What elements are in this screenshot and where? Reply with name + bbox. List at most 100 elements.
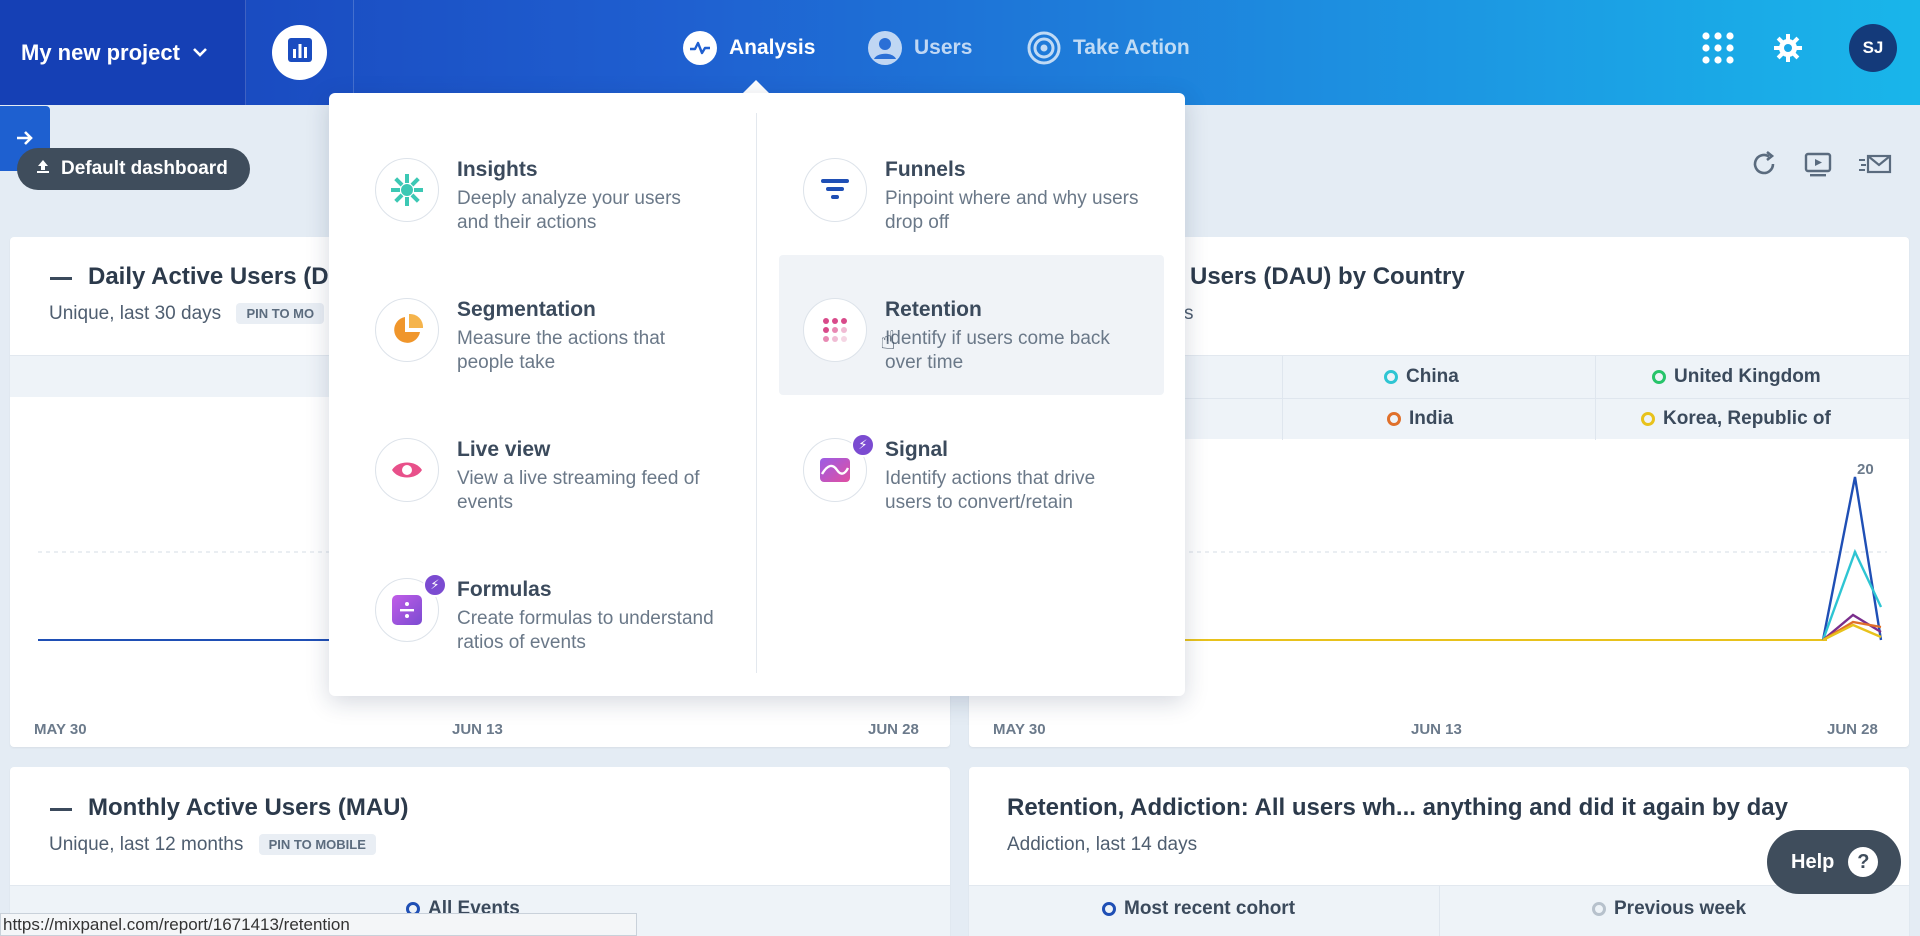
- x-tick: MAY 30: [993, 721, 1046, 738]
- pie-chart-icon: [375, 298, 439, 362]
- legend-marker: [1384, 370, 1398, 384]
- help-button[interactable]: Help ?: [1767, 830, 1901, 894]
- menu-item-signal[interactable]: ⚡ Signal Identify actions that drive use…: [757, 417, 1142, 557]
- series-line-marker: [50, 808, 72, 811]
- card-dau-subtitle-text: Unique, last 30 days: [49, 303, 222, 324]
- status-bar-url: https://mixpanel.com/report/1671413/rete…: [0, 913, 637, 936]
- x-tick: JUN 28: [1827, 721, 1878, 738]
- bar-chart-icon: [286, 36, 314, 69]
- hand-cursor-icon: ☝: [880, 325, 896, 355]
- legend-korea[interactable]: Korea, Republic of: [1641, 408, 1831, 430]
- menu-item-desc: Create formulas to understand ratios of …: [457, 608, 714, 653]
- dashboard-button[interactable]: [272, 25, 327, 80]
- nav-take-action[interactable]: Take Action: [1027, 0, 1190, 95]
- legend-india[interactable]: India: [1387, 408, 1453, 430]
- lightning-badge-icon: ⚡: [423, 573, 447, 597]
- menu-item-desc: View a live streaming feed of events: [457, 468, 700, 513]
- default-dashboard-label: Default dashboard: [61, 158, 228, 179]
- legend-united-kingdom[interactable]: United Kingdom: [1652, 366, 1821, 388]
- menu-item-segmentation[interactable]: Segmentation Measure the actions that pe…: [329, 277, 714, 417]
- arrow-right-icon: [16, 126, 34, 152]
- menu-item-title: Signal: [885, 438, 949, 461]
- menu-item-title: Segmentation: [457, 298, 596, 321]
- card-retention-title[interactable]: Retention, Addiction: All users wh... an…: [1007, 794, 1788, 822]
- peak-label: 20: [1857, 461, 1874, 478]
- legend-previous-week[interactable]: Previous week: [1592, 898, 1746, 920]
- dashboard-nav: [246, 0, 354, 105]
- avatar-initials: SJ: [1849, 23, 1897, 72]
- legend-label: Korea, Republic of: [1663, 408, 1831, 429]
- refresh-icon[interactable]: [1750, 150, 1778, 185]
- menu-item-formulas[interactable]: ⚡ Formulas Create formulas to understand…: [329, 557, 714, 697]
- dashboard-tools: [1750, 150, 1892, 185]
- menu-item-title: Live view: [457, 438, 551, 461]
- help-label: Help: [1791, 850, 1835, 873]
- legend-label: United Kingdom: [1674, 366, 1821, 387]
- eye-icon: [375, 438, 439, 502]
- card-retention-subtitle: Addiction, last 14 days: [1007, 834, 1198, 855]
- menu-item-title: Retention: [885, 298, 982, 321]
- menu-item-desc: Measure the actions that people take: [457, 328, 666, 373]
- nav-users-label: Users: [914, 35, 973, 59]
- legend-label: India: [1409, 408, 1454, 429]
- card-dau-country-subtitle: s: [1184, 303, 1194, 324]
- menu-item-desc: Identify if users come back over time: [885, 328, 1110, 373]
- legend-label: China: [1406, 366, 1459, 387]
- legend-label: Previous week: [1614, 898, 1747, 919]
- legend-label: Most recent cohort: [1124, 898, 1296, 919]
- x-tick: JUN 13: [452, 721, 503, 738]
- legend-marker: [1641, 412, 1655, 426]
- legend-most-recent-cohort[interactable]: Most recent cohort: [1102, 898, 1295, 920]
- menu-item-desc: Identify actions that drive users to con…: [885, 468, 1096, 513]
- legend-china[interactable]: China: [1384, 366, 1459, 388]
- nav-analysis-label: Analysis: [729, 35, 816, 59]
- card-dau-country-title[interactable]: Users (DAU) by Country: [1190, 263, 1465, 291]
- menu-item-title: Funnels: [885, 158, 966, 181]
- analysis-dropdown-menu: Insights Deeply analyze your users and t…: [329, 93, 1185, 696]
- card-mau-title[interactable]: Monthly Active Users (MAU): [88, 794, 408, 822]
- pin-to-mobile-button[interactable]: PIN TO MO: [236, 303, 325, 325]
- user-avatar[interactable]: SJ: [1849, 0, 1897, 95]
- email-report-icon[interactable]: [1858, 150, 1892, 185]
- card-mau: Monthly Active Users (MAU) Unique, last …: [10, 767, 950, 936]
- menu-item-desc: Deeply analyze your users and their acti…: [457, 188, 681, 233]
- x-tick: JUN 13: [1411, 721, 1462, 738]
- legend-marker: [1652, 370, 1666, 384]
- card-mau-subtitle-text: Unique, last 12 months: [49, 834, 244, 855]
- menu-item-retention[interactable]: Retention Identify if users come back ov…: [779, 255, 1164, 395]
- project-selector[interactable]: My new project: [0, 0, 246, 105]
- nav-users[interactable]: Users: [868, 0, 972, 95]
- card-dau-title[interactable]: Daily Active Users (D: [88, 263, 329, 291]
- legend-marker: [1102, 902, 1116, 916]
- top-header: My new project Analysis Users Take Actio…: [0, 0, 1920, 105]
- menu-item-insights[interactable]: Insights Deeply analyze your users and t…: [329, 137, 714, 277]
- project-name: My new project: [21, 39, 180, 65]
- menu-item-live-view[interactable]: Live view View a live streaming feed of …: [329, 417, 714, 557]
- upload-icon: [35, 158, 51, 180]
- legend-marker: [1387, 412, 1401, 426]
- x-tick: JUN 28: [868, 721, 919, 738]
- menu-item-desc: Pinpoint where and why users drop off: [885, 188, 1139, 233]
- funnel-icon: [803, 158, 867, 222]
- nav-take-action-label: Take Action: [1073, 35, 1190, 59]
- menu-pointer: [742, 80, 770, 94]
- chevron-down-icon: [192, 44, 208, 62]
- x-tick: MAY 30: [34, 721, 87, 738]
- presentation-icon[interactable]: [1804, 150, 1832, 185]
- target-icon: [1027, 31, 1061, 65]
- legend-marker: [1592, 902, 1606, 916]
- card-mau-subtitle: Unique, last 12 months PIN TO MOBILE: [49, 834, 376, 856]
- apps-grid-icon[interactable]: [1701, 0, 1735, 95]
- question-icon: ?: [1848, 847, 1879, 877]
- insights-icon: [375, 158, 439, 222]
- menu-item-title: Formulas: [457, 578, 552, 601]
- default-dashboard-button[interactable]: Default dashboard: [17, 148, 250, 190]
- dots-grid-icon: [803, 298, 867, 362]
- series-line-marker: [50, 277, 72, 280]
- user-circle-icon: [868, 30, 902, 65]
- lightning-badge-icon: ⚡: [851, 433, 875, 457]
- gear-icon[interactable]: [1773, 0, 1803, 95]
- menu-item-title: Insights: [457, 158, 538, 181]
- card-dau-subtitle: Unique, last 30 days PIN TO MO: [49, 303, 325, 325]
- pin-to-mobile-button[interactable]: PIN TO MOBILE: [258, 834, 376, 856]
